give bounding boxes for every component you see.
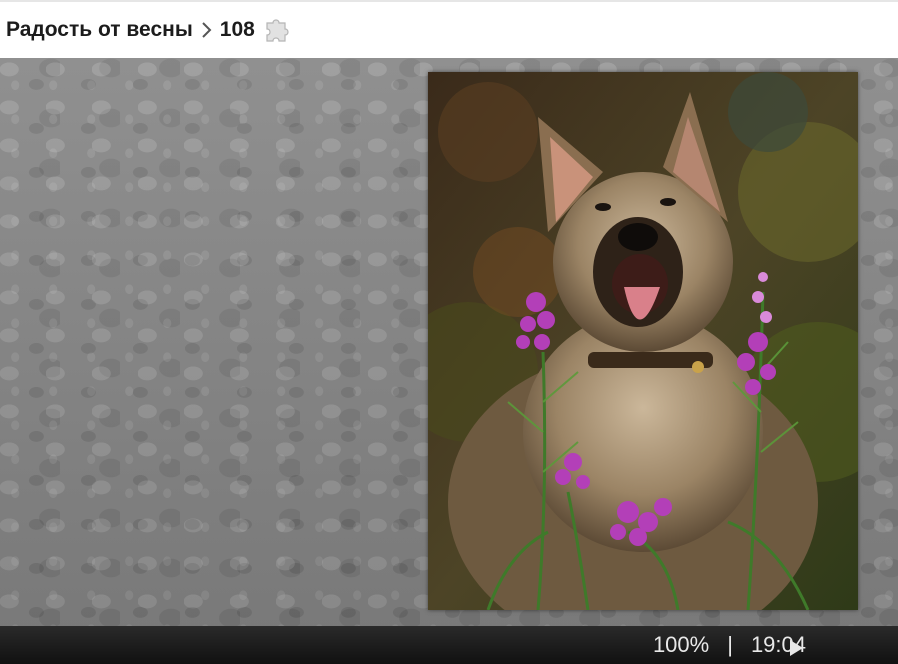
play-icon[interactable] [790,640,803,656]
header-bar: Радость от весны 108 [0,0,898,58]
status-bar: 100% | 19:04 [0,626,898,664]
puzzle-board[interactable] [0,58,898,626]
puzzle-preview-image[interactable] [428,72,858,610]
puzzle-piece-icon [261,15,291,45]
piece-count: 108 [219,18,255,41]
puzzle-title: Радость от весны [6,18,193,41]
zoom-level[interactable]: 100% [653,632,709,658]
chevron-right-icon [200,19,214,41]
status-separator: | [727,632,733,657]
